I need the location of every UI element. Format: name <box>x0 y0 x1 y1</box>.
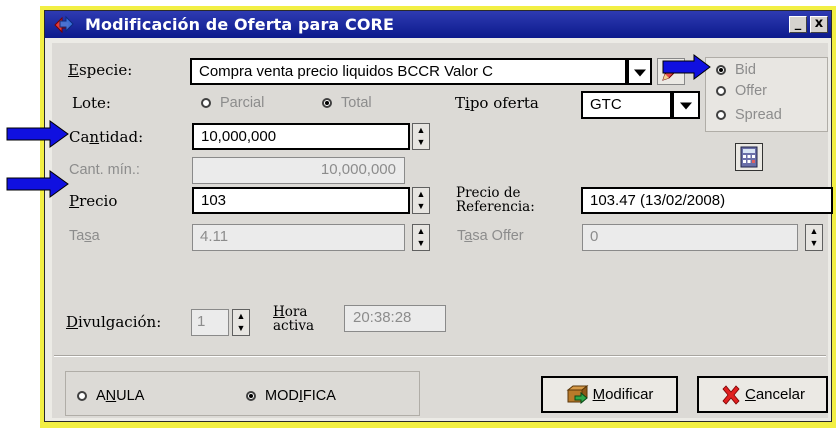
spin-down-icon[interactable]: ▼ <box>413 137 429 147</box>
spin-down-icon[interactable]: ▼ <box>233 323 249 333</box>
precio-referencia-label: Precio de Referencia: <box>456 185 535 215</box>
tasa-input: 4.11 <box>192 224 405 251</box>
hora-activa-input: 20:38:28 <box>344 305 446 332</box>
radio-offer-label: Offer <box>735 83 767 99</box>
radio-anula-dot <box>77 391 87 401</box>
chevron-down-icon <box>633 69 646 77</box>
title-bar[interactable]: Modificación de Oferta para CORE _ x <box>45 11 831 38</box>
annotation-arrow <box>6 170 69 198</box>
tasa-spinner: ▲ ▼ <box>412 224 430 251</box>
hora-activa-label: Hora activa <box>273 304 315 334</box>
spin-up-icon: ▲ <box>809 226 819 236</box>
cantidad-label: Cantidad: <box>69 128 144 146</box>
radio-total-label: Total <box>341 95 372 111</box>
radio-modifica[interactable]: MODIFICA <box>246 388 336 404</box>
radio-parcial[interactable]: Parcial <box>201 95 264 111</box>
cant-min-label: Cant. mín.: <box>69 162 140 178</box>
precio-input[interactable]: 103 <box>192 187 410 214</box>
tipo-oferta-dropdown-button[interactable] <box>672 91 700 119</box>
cantidad-input[interactable]: 10,000,000 <box>192 123 410 150</box>
tasa-offer-label: Tasa Offer <box>457 228 524 244</box>
precio-spinner[interactable]: ▲ ▼ <box>412 187 430 214</box>
tipo-oferta-label: Tipo oferta <box>455 94 539 112</box>
precio-label: Precio <box>69 192 118 210</box>
divulgacion-input[interactable]: 1 <box>191 309 229 336</box>
spin-down-icon: ▼ <box>809 238 819 248</box>
especie-dropdown-button[interactable] <box>627 58 652 85</box>
radio-offer[interactable]: Offer <box>716 83 767 99</box>
tasa-label: Tasa <box>69 228 100 244</box>
divulgacion-label: Divulgación: <box>66 313 162 331</box>
cancelar-label: Cancelar <box>744 386 806 403</box>
title-app-icon <box>54 15 74 34</box>
radio-parcial-dot <box>201 98 211 108</box>
close-button[interactable]: x <box>810 16 828 33</box>
window-title: Modificación de Oferta para CORE <box>85 15 394 34</box>
calculator-icon[interactable] <box>735 143 763 171</box>
cant-min-input: 10,000,000 <box>192 157 405 184</box>
modificar-label: Modificar <box>592 386 654 403</box>
tasa-offer-spinner: ▲ ▼ <box>805 224 823 251</box>
annotation-arrow <box>662 54 711 80</box>
modificar-button[interactable]: Modificar <box>541 376 678 413</box>
radio-total[interactable]: Total <box>322 95 372 111</box>
cantidad-spinner[interactable]: ▲ ▼ <box>412 123 430 150</box>
tasa-offer-input: 0 <box>582 224 798 251</box>
radio-spread-dot <box>716 110 726 120</box>
spin-down-icon[interactable]: ▼ <box>413 201 429 211</box>
radio-modifica-dot <box>246 391 256 401</box>
cancel-x-icon <box>722 384 740 405</box>
precio-referencia-input: 103.47 (13/02/2008) <box>581 187 833 214</box>
radio-offer-dot <box>716 86 726 96</box>
divulgacion-spinner[interactable]: ▲ ▼ <box>232 309 250 336</box>
radio-spread-label: Spread <box>735 107 782 123</box>
radio-bid[interactable]: Bid <box>716 62 756 78</box>
radio-parcial-label: Parcial <box>220 95 265 111</box>
chevron-down-icon <box>680 102 692 110</box>
radio-modifica-label: MODIFICA <box>265 388 336 404</box>
radio-anula[interactable]: ANULA <box>77 388 144 404</box>
radio-bid-label: Bid <box>735 62 756 78</box>
spin-up-icon[interactable]: ▲ <box>233 311 249 321</box>
especie-label: Especie: <box>68 61 133 79</box>
annotation-arrow <box>6 120 69 148</box>
radio-spread[interactable]: Spread <box>716 107 782 123</box>
spin-down-icon: ▼ <box>416 238 426 248</box>
especie-dropdown[interactable]: Compra venta precio liquidos BCCR Valor … <box>190 58 627 85</box>
minimize-button[interactable]: _ <box>789 16 807 33</box>
modificar-icon <box>566 384 588 404</box>
spin-up-icon[interactable]: ▲ <box>413 189 429 199</box>
radio-bid-dot <box>716 65 726 75</box>
spin-up-icon: ▲ <box>416 226 426 236</box>
radio-anula-label: ANULA <box>96 388 145 404</box>
spin-up-icon[interactable]: ▲ <box>413 125 429 135</box>
tipo-oferta-dropdown[interactable]: GTC <box>581 91 672 119</box>
cancelar-button[interactable]: Cancelar <box>697 376 828 413</box>
lote-label: Lote: <box>72 94 111 112</box>
radio-total-dot <box>322 98 332 108</box>
divider <box>54 355 826 357</box>
